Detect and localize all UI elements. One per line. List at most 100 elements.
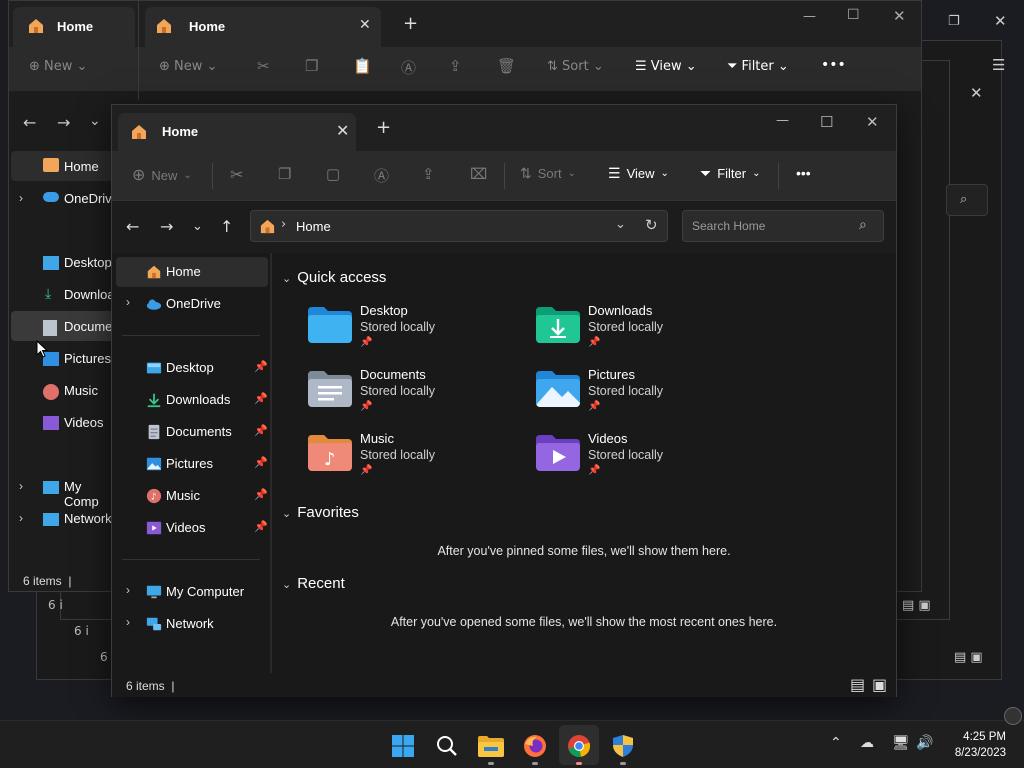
pin-icon[interactable]: 📌 bbox=[254, 488, 268, 501]
bg2-minimize-icon[interactable]: — bbox=[803, 9, 816, 24]
pane-splitter[interactable] bbox=[270, 253, 272, 673]
chevron-right-icon[interactable]: › bbox=[126, 615, 130, 629]
quick-access-item-videos[interactable]: Videos Stored locally 📌 bbox=[536, 431, 756, 485]
background-view-icons[interactable]: ▤ ▣ bbox=[954, 650, 983, 665]
bg2-rename-icon[interactable]: Ⓐ bbox=[401, 57, 416, 78]
more-options-button[interactable]: ••• bbox=[796, 165, 811, 181]
pin-icon[interactable]: 📌 bbox=[254, 424, 268, 437]
minimize-icon[interactable]: — bbox=[776, 113, 789, 128]
sidebar-item-network[interactable]: › Network bbox=[116, 609, 268, 639]
quick-access-item-documents[interactable]: Documents Stored locally 📌 bbox=[308, 367, 528, 421]
volume-icon[interactable]: 🔊 bbox=[916, 735, 933, 751]
rename-button[interactable]: Ⓐ bbox=[374, 165, 389, 186]
bg2-more-icon[interactable]: ••• bbox=[821, 57, 846, 73]
bg-back-icon[interactable]: ← bbox=[23, 113, 36, 132]
search-box[interactable]: Search Home ⌕ bbox=[682, 210, 884, 242]
delete-button[interactable]: ⌧ bbox=[470, 165, 487, 183]
bg2-delete-icon[interactable]: 🗑 bbox=[497, 57, 516, 75]
start-button[interactable] bbox=[388, 731, 418, 761]
sort-button[interactable]: ⇅ Sort ⌄ bbox=[520, 165, 576, 182]
sidebar-item-downloads[interactable]: Downloads 📌 bbox=[116, 385, 268, 415]
background-close-icon-2[interactable]: ✕ bbox=[970, 84, 983, 102]
quick-access-item-music[interactable]: ♪ Music Stored locally 📌 bbox=[308, 431, 528, 485]
command-bar: ⊕ New ⌄ ✂ ❐ ▢ Ⓐ ⇪ ⌧ ⇅ Sort ⌄ ☰ View ⌄ ⏷ … bbox=[112, 151, 896, 201]
bg2-share-icon[interactable]: ⇪ bbox=[449, 57, 462, 75]
bg2-maximize-icon[interactable]: ☐ bbox=[847, 7, 860, 23]
sidebar-item-pictures[interactable]: Pictures 📌 bbox=[116, 449, 268, 479]
sidebar-item-videos[interactable]: Videos 📌 bbox=[116, 513, 268, 543]
bg-forward-icon[interactable]: → bbox=[57, 113, 70, 132]
quick-access-header[interactable]: ⌄ Quick access bbox=[282, 269, 386, 286]
sidebar-item-my-computer[interactable]: › My Computer bbox=[116, 577, 268, 607]
background-restore-icon[interactable]: ❐ bbox=[948, 14, 960, 29]
filter-button[interactable]: ⏷ Filter ⌄ bbox=[700, 165, 760, 182]
firefox-taskbar-button[interactable] bbox=[520, 731, 550, 761]
pin-icon[interactable]: 📌 bbox=[254, 456, 268, 469]
bg-tab[interactable]: Home bbox=[13, 7, 135, 47]
search-button[interactable] bbox=[432, 731, 462, 761]
sidebar-item-music[interactable]: ♪ Music 📌 bbox=[116, 481, 268, 511]
refresh-icon[interactable]: ↻ bbox=[645, 216, 658, 234]
sidebar-item-desktop[interactable]: Desktop 📌 bbox=[116, 353, 268, 383]
bg2-cut-icon[interactable]: ✂ bbox=[257, 57, 270, 75]
back-arrow-icon[interactable]: ← bbox=[126, 217, 139, 236]
quick-access-item-desktop[interactable]: Desktop Stored locally 📌 bbox=[308, 303, 528, 357]
quick-access-item-pictures[interactable]: Pictures Stored locally 📌 bbox=[536, 367, 756, 421]
address-bar[interactable]: › Home ⌄ ↻ bbox=[250, 210, 668, 242]
window-close-icon[interactable]: ✕ bbox=[866, 113, 879, 131]
onedrive-offline-icon[interactable]: ☁ bbox=[860, 735, 874, 751]
paste-button[interactable]: ▢ bbox=[326, 165, 340, 183]
notification-icon[interactable] bbox=[1004, 707, 1022, 725]
pin-icon[interactable]: 📌 bbox=[254, 520, 268, 533]
maximize-icon[interactable]: ☐ bbox=[820, 113, 833, 131]
bg2-view-button[interactable]: ☰ View ⌄ bbox=[635, 59, 697, 74]
network-icon[interactable]: 🖥 bbox=[892, 735, 910, 751]
bg-side-home[interactable] bbox=[11, 151, 115, 181]
file-explorer-taskbar-button[interactable] bbox=[476, 731, 506, 761]
sidebar-item-onedrive[interactable]: › OneDrive bbox=[116, 289, 268, 319]
forward-arrow-icon[interactable]: → bbox=[160, 217, 173, 236]
bg2-close-icon[interactable]: ✕ bbox=[893, 7, 906, 25]
favorites-header[interactable]: ⌄ Favorites bbox=[282, 504, 359, 521]
background-menu-icon[interactable]: ☰ bbox=[992, 56, 1005, 74]
chrome-taskbar-button[interactable] bbox=[564, 731, 594, 761]
bg2-tab[interactable]: Home ✕ bbox=[145, 7, 381, 47]
background-close-icon[interactable]: ✕ bbox=[994, 12, 1007, 30]
recent-header[interactable]: ⌄ Recent bbox=[282, 575, 345, 592]
bg2-copy-icon[interactable]: ❐ bbox=[305, 57, 318, 75]
sidebar-item-home[interactable]: Home bbox=[116, 257, 268, 287]
copy-button[interactable]: ❐ bbox=[278, 165, 291, 183]
breadcrumb-home[interactable]: Home bbox=[296, 219, 331, 234]
bg2-sort-button[interactable]: ⇅ Sort ⌄ bbox=[547, 59, 604, 74]
bg2-new-tab-icon[interactable]: + bbox=[403, 13, 418, 34]
chevron-right-icon[interactable]: › bbox=[126, 583, 130, 597]
search-input[interactable]: Search Home bbox=[692, 219, 765, 233]
bg-new-button[interactable]: ⊕ New ⌄ bbox=[29, 59, 87, 74]
new-button[interactable]: ⊕ New ⌄ bbox=[132, 165, 192, 185]
share-button[interactable]: ⇪ bbox=[422, 165, 435, 183]
bg2-tab-close-icon[interactable]: ✕ bbox=[359, 17, 371, 33]
up-arrow-icon[interactable]: ↑ bbox=[220, 217, 233, 236]
show-hidden-icons-chevron[interactable]: ⌃ bbox=[830, 735, 842, 751]
view-button[interactable]: ☰ View ⌄ bbox=[608, 165, 669, 182]
bg2-paste-icon[interactable]: 📋 bbox=[353, 57, 372, 75]
chevron-right-icon[interactable]: › bbox=[126, 295, 130, 309]
new-tab-icon[interactable]: + bbox=[376, 117, 391, 138]
tab-home[interactable]: Home ✕ bbox=[118, 113, 356, 151]
bg-chevron-icon[interactable]: ⌄ bbox=[89, 113, 101, 129]
quick-access-item-downloads[interactable]: Downloads Stored locally 📌 bbox=[536, 303, 756, 357]
background-view-icons-2[interactable]: ▤ ▣ bbox=[902, 598, 931, 613]
details-view-icon[interactable]: ▤ bbox=[850, 675, 865, 694]
recent-locations-chevron-icon[interactable]: ⌄ bbox=[192, 219, 203, 234]
pin-icon[interactable]: 📌 bbox=[254, 392, 268, 405]
pin-icon[interactable]: 📌 bbox=[254, 360, 268, 373]
bg2-filter-button[interactable]: ⏷ Filter ⌄ bbox=[727, 59, 789, 74]
security-taskbar-button[interactable] bbox=[608, 731, 638, 761]
sidebar-item-documents[interactable]: Documents 📌 bbox=[116, 417, 268, 447]
cut-button[interactable]: ✂ bbox=[230, 165, 243, 185]
system-clock[interactable]: 4:25 PM 8/23/2023 bbox=[955, 729, 1006, 761]
address-history-chevron-icon[interactable]: ⌄ bbox=[615, 217, 626, 232]
tab-close-icon[interactable]: ✕ bbox=[336, 121, 349, 140]
tiles-view-icon[interactable]: ▣ bbox=[872, 675, 887, 694]
bg2-new-button[interactable]: ⊕ New ⌄ bbox=[159, 59, 217, 74]
